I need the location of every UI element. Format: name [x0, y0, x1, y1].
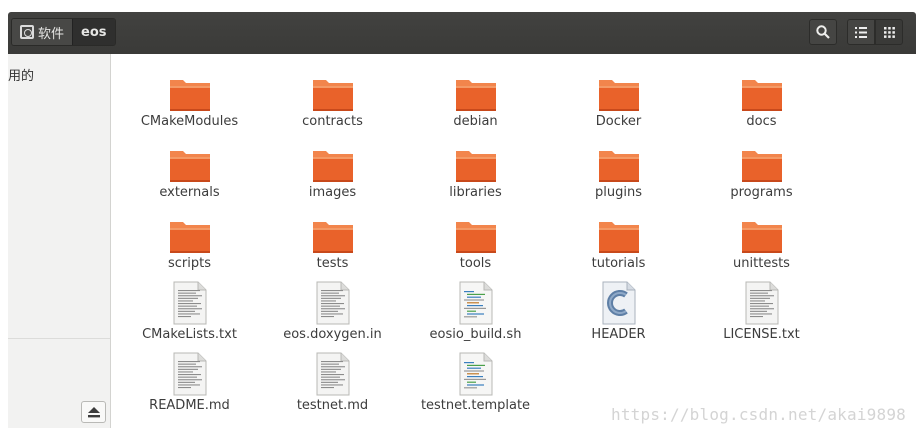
file-name-label: docs [746, 114, 777, 129]
file-name-label: images [308, 185, 357, 200]
file-name-label: scripts [168, 256, 211, 271]
file-name-label: Docker [595, 114, 642, 129]
file-name-label: CMakeModules [140, 114, 239, 129]
file-name-label: testnet.md [296, 398, 369, 413]
file-item[interactable]: eosio_build.sh [404, 281, 547, 347]
file-name-label: plugins [595, 185, 642, 200]
folder-icon [739, 210, 785, 254]
folder-icon [453, 139, 499, 183]
file-name-label: contracts [302, 114, 363, 129]
file-item[interactable]: README.md [118, 352, 261, 418]
breadcrumb-label: eos [81, 24, 107, 40]
folder-icon [310, 68, 356, 112]
file-item[interactable]: HEADER [547, 281, 690, 347]
folder-item[interactable]: tests [261, 210, 404, 276]
folder-item[interactable]: Docker [547, 68, 690, 134]
folder-icon [167, 68, 213, 112]
file-name-label: README.md [149, 398, 230, 413]
folder-item[interactable]: scripts [118, 210, 261, 276]
text-file-icon [167, 352, 213, 396]
header-bar: 软件 eos [8, 12, 916, 54]
folder-item[interactable]: tools [404, 210, 547, 276]
folder-icon [167, 210, 213, 254]
folder-item[interactable]: programs [690, 139, 833, 205]
file-name-label: debian [453, 114, 498, 129]
text-file-icon [739, 281, 785, 325]
search-button[interactable] [809, 19, 837, 45]
breadcrumb: 软件 eos [11, 18, 116, 46]
eject-icon [87, 406, 100, 417]
folder-icon [739, 139, 785, 183]
text-file-icon [310, 352, 356, 396]
folder-icon [596, 139, 642, 183]
home-drive-icon [20, 25, 34, 39]
grid-view-icon [883, 26, 895, 38]
file-name-label: eos.doxygen.in [283, 327, 382, 342]
file-name-label: externals [159, 185, 220, 200]
search-icon [816, 25, 830, 39]
file-item[interactable]: testnet.md [261, 352, 404, 418]
file-name-label: programs [730, 185, 793, 200]
text-file-icon [167, 281, 213, 325]
folder-icon [596, 210, 642, 254]
folder-item[interactable]: tutorials [547, 210, 690, 276]
eject-button[interactable] [81, 401, 106, 423]
script-file-icon [453, 352, 499, 396]
c-source-file-icon [596, 281, 642, 325]
folder-icon [310, 139, 356, 183]
file-item[interactable]: eos.doxygen.in [261, 281, 404, 347]
file-name-label: eosio_build.sh [429, 327, 522, 342]
folder-icon [310, 210, 356, 254]
folder-item[interactable]: docs [690, 68, 833, 134]
folder-item[interactable]: unittests [690, 210, 833, 276]
list-view-icon [855, 26, 867, 38]
file-name-label: unittests [733, 256, 790, 271]
file-name-label: CMakeLists.txt [142, 327, 237, 342]
grid-view-button[interactable] [875, 19, 903, 45]
script-file-icon [453, 281, 499, 325]
folder-icon [453, 68, 499, 112]
file-name-label: testnet.template [420, 398, 531, 413]
folder-icon [596, 68, 642, 112]
list-view-button[interactable] [847, 19, 875, 45]
file-name-label: tests [316, 256, 349, 271]
folder-item[interactable]: CMakeModules [118, 68, 261, 134]
sidebar: 用的 [8, 54, 111, 428]
text-file-icon [310, 281, 356, 325]
breadcrumb-home[interactable]: 软件 [12, 19, 73, 45]
folder-icon [167, 139, 213, 183]
file-grid: CMakeModules contracts debian Docker doc… [112, 54, 916, 428]
folder-icon [739, 68, 785, 112]
file-item[interactable]: CMakeLists.txt [118, 281, 261, 347]
file-item[interactable]: testnet.template [404, 352, 547, 418]
file-name-label: LICENSE.txt [723, 327, 800, 342]
file-item[interactable]: LICENSE.txt [690, 281, 833, 347]
folder-item[interactable]: libraries [404, 139, 547, 205]
folder-item[interactable]: externals [118, 139, 261, 205]
folder-icon [453, 210, 499, 254]
sidebar-divider [8, 338, 110, 339]
file-name-label: tools [459, 256, 492, 271]
file-name-label: libraries [449, 185, 502, 200]
breadcrumb-label: 软件 [38, 26, 65, 42]
file-name-label: HEADER [591, 327, 646, 342]
folder-item[interactable]: plugins [547, 139, 690, 205]
file-name-label: tutorials [591, 256, 646, 271]
breadcrumb-current[interactable]: eos [72, 19, 115, 45]
folder-item[interactable]: images [261, 139, 404, 205]
watermark: https://blog.csdn.net/akai9898 [611, 405, 906, 424]
folder-item[interactable]: debian [404, 68, 547, 134]
folder-item[interactable]: contracts [261, 68, 404, 134]
sidebar-item-recent[interactable]: 用的 [8, 65, 34, 84]
